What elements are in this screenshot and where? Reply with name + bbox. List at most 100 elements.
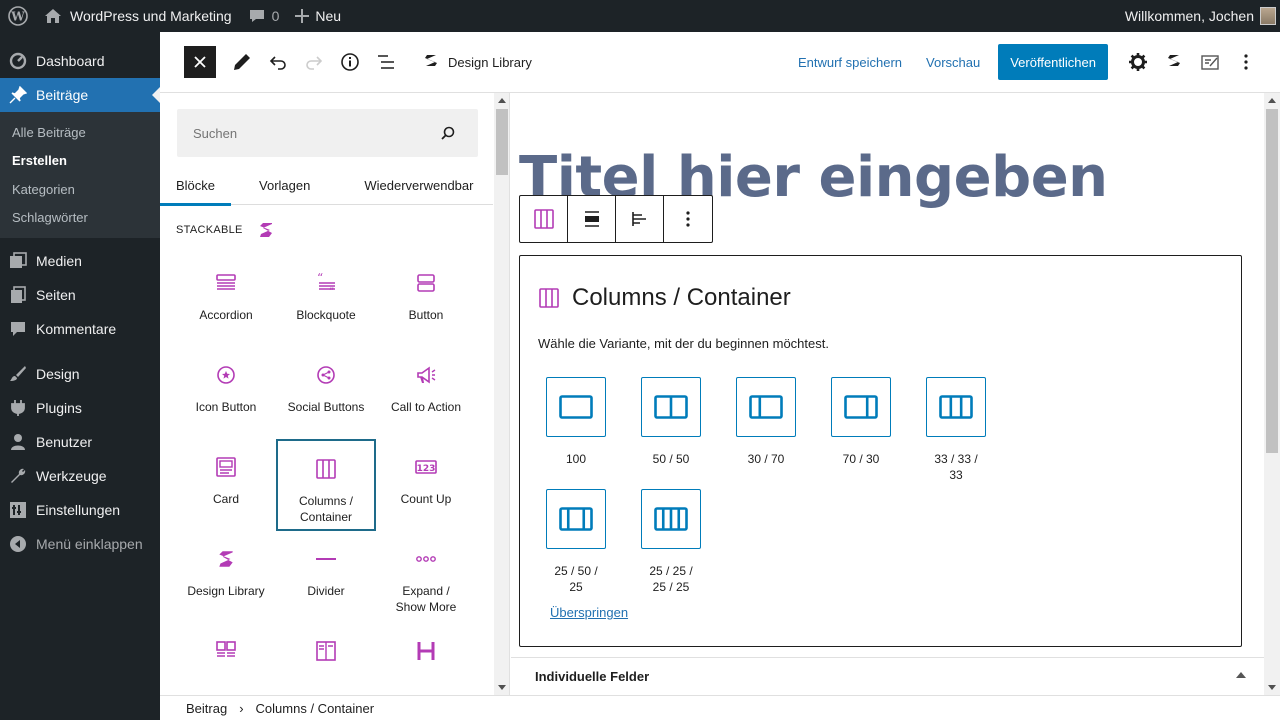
details-button[interactable] — [332, 44, 368, 80]
tools-button[interactable] — [224, 44, 260, 80]
pin-icon — [8, 85, 28, 105]
submenu-tags[interactable]: Schlagwörter — [0, 204, 160, 233]
menu-collapse[interactable]: Menü einklappen — [0, 527, 160, 561]
variant-option[interactable]: 100 — [546, 377, 641, 483]
block-count-up[interactable]: 123 Count Up — [376, 439, 476, 531]
menu-tools[interactable]: Werkzeuge — [0, 459, 160, 493]
menu-dashboard[interactable]: Dashboard — [0, 44, 160, 78]
save-draft-button[interactable]: Entwurf speichern — [786, 55, 914, 70]
menu-design[interactable]: Design — [0, 357, 160, 391]
block-divider[interactable]: Divider — [276, 531, 376, 623]
submenu-all-posts[interactable]: Alle Beiträge — [0, 118, 160, 147]
block-inserter: Suchen Blöcke Vorlagen Wiederverwendbar … — [160, 93, 510, 695]
block-card[interactable]: Card — [176, 439, 276, 531]
list-view-button[interactable] — [368, 44, 404, 80]
block-feature[interactable] — [276, 623, 376, 695]
my-account-link[interactable]: Willkommen, Jochen — [1117, 0, 1280, 32]
site-name-link[interactable]: WordPress und Marketing — [36, 0, 240, 32]
canvas-scrollbar[interactable] — [1264, 93, 1280, 695]
menu-comments[interactable]: Kommentare — [0, 312, 160, 346]
menu-label: Kommentare — [36, 321, 117, 337]
variant-option[interactable]: 30 / 70 — [736, 377, 831, 483]
tab-blocks[interactable]: Blöcke — [160, 165, 232, 206]
breadcrumb-item[interactable]: Beitrag — [186, 701, 227, 716]
variant-preview-icon — [736, 377, 796, 437]
block-label: Design Library — [187, 584, 265, 598]
block-type-button[interactable] — [520, 196, 568, 242]
block-heading[interactable] — [376, 623, 476, 695]
comments-link[interactable]: 0 — [240, 0, 288, 32]
new-content-link[interactable]: Neu — [287, 0, 349, 32]
feature-icon — [314, 639, 338, 663]
search-input[interactable]: Suchen — [177, 109, 478, 157]
block-options-button[interactable] — [664, 196, 712, 242]
block-call-to-action[interactable]: Call to Action — [376, 347, 476, 439]
block-icon-button[interactable]: Icon Button — [176, 347, 276, 439]
feature-grid-icon — [214, 639, 238, 663]
inserter-scrollbar[interactable] — [494, 93, 509, 695]
variant-option[interactable]: 25 / 50 / 25 — [546, 489, 641, 595]
stackable-settings-button[interactable] — [1156, 44, 1192, 80]
redo-button[interactable] — [296, 44, 332, 80]
align-wide-button[interactable] — [568, 196, 616, 242]
design-library-button[interactable]: Design Library — [422, 53, 532, 71]
columns-icon — [314, 457, 338, 481]
plugin-sidebar-button[interactable] — [1192, 44, 1228, 80]
list-view-icon — [378, 55, 394, 69]
align-wide-icon — [584, 211, 599, 227]
menu-media[interactable]: Medien — [0, 244, 160, 278]
publish-button[interactable]: Veröffentlichen — [998, 44, 1108, 80]
scrollbar-thumb[interactable] — [1266, 109, 1278, 453]
wordpress-logo-icon[interactable]: W — [0, 0, 36, 32]
variant-option[interactable]: 25 / 25 / 25 / 25 — [641, 489, 736, 595]
custom-fields-panel[interactable]: Individuelle Felder — [511, 657, 1264, 695]
block-label: Card — [212, 492, 239, 506]
settings-button[interactable] — [1120, 44, 1156, 80]
undo-button[interactable] — [260, 44, 296, 80]
preview-button[interactable]: Vorschau — [914, 55, 992, 70]
scrollbar-thumb[interactable] — [496, 109, 508, 175]
user-icon — [8, 432, 28, 452]
variant-option[interactable]: 70 / 30 — [831, 377, 926, 483]
scroll-down-icon[interactable] — [498, 685, 506, 690]
more-options-button[interactable] — [1228, 44, 1264, 80]
variant-preview-icon — [546, 377, 606, 437]
content-align-button[interactable] — [616, 196, 664, 242]
breadcrumb-item[interactable]: Columns / Container — [256, 701, 375, 716]
comment-bubble-icon — [249, 10, 264, 22]
block-feature-grid[interactable] — [176, 623, 276, 695]
scroll-down-icon[interactable] — [1268, 685, 1276, 690]
variant-preview-icon — [546, 489, 606, 549]
submenu-create[interactable]: Erstellen — [0, 147, 160, 176]
menu-users[interactable]: Benutzer — [0, 425, 160, 459]
menu-pages[interactable]: Seiten — [0, 278, 160, 312]
plugin-icon — [8, 398, 28, 418]
submenu-categories[interactable]: Kategorien — [0, 175, 160, 204]
block-design-library[interactable]: Design Library — [176, 531, 276, 623]
block-expand-show-more[interactable]: Expand / Show More — [376, 531, 476, 623]
variant-option[interactable]: 50 / 50 — [641, 377, 736, 483]
close-inserter-button[interactable] — [184, 46, 216, 78]
block-blockquote[interactable]: “” Blockquote — [276, 255, 376, 347]
menu-settings[interactable]: Einstellungen — [0, 493, 160, 527]
block-social-buttons[interactable]: Social Buttons — [276, 347, 376, 439]
menu-plugins[interactable]: Plugins — [0, 391, 160, 425]
block-label: Social Buttons — [287, 400, 365, 414]
wrench-icon — [8, 466, 28, 486]
menu-posts[interactable]: Beiträge — [0, 78, 160, 112]
tab-patterns[interactable]: Vorlagen — [243, 165, 326, 205]
skip-link[interactable]: Überspringen — [550, 605, 628, 620]
block-columns-container[interactable]: Columns / Container — [276, 439, 376, 531]
variant-picker: 100 50 / 50 30 / 70 70 / 30 33 / 33 / 33 25 /… — [546, 377, 1106, 601]
menu-label: Werkzeuge — [36, 468, 107, 484]
scroll-up-icon[interactable] — [1268, 98, 1276, 103]
block-accordion[interactable]: Accordion — [176, 255, 276, 347]
variant-label: 50 / 50 — [652, 452, 690, 466]
share-icon — [314, 363, 338, 387]
tab-reusable[interactable]: Wiederverwendbar — [348, 165, 489, 205]
divider-icon — [314, 547, 338, 571]
category-heading: Stackable — [176, 221, 275, 239]
block-button[interactable]: Button — [376, 255, 476, 347]
variant-option[interactable]: 33 / 33 / 33 — [926, 377, 1021, 483]
scroll-up-icon[interactable] — [498, 98, 506, 103]
